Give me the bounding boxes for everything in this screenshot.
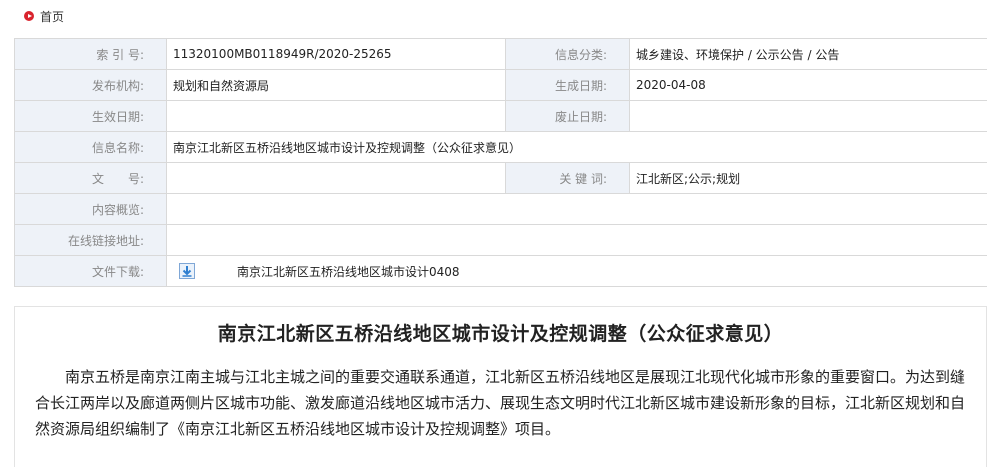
table-row: 在线链接地址: <box>15 225 987 256</box>
online-link-value <box>167 225 987 256</box>
index-value: 11320100MB0118949R/2020-25265 <box>167 39 506 70</box>
article-content: 南京江北新区五桥沿线地区城市设计及控规调整（公众征求意见） 南京五桥是南京江南主… <box>14 306 987 467</box>
table-row: 生效日期: 废止日期: <box>15 101 987 132</box>
effective-date-value <box>167 101 506 132</box>
info-name-label: 信息名称: <box>15 132 167 163</box>
article-body: 南京五桥是南京江南主城与江北主城之间的重要交通联系通道，江北新区五桥沿线地区是展… <box>35 364 966 442</box>
created-date-value: 2020-04-08 <box>630 70 987 101</box>
file-download-cell: 南京江北新区五桥沿线地区城市设计0408 <box>167 256 987 287</box>
publisher-value: 规划和自然资源局 <box>167 70 506 101</box>
effective-date-label: 生效日期: <box>15 101 167 132</box>
download-file-link[interactable]: 南京江北新区五桥沿线地区城市设计0408 <box>237 263 460 280</box>
summary-label: 内容概览: <box>15 194 167 225</box>
created-date-label: 生成日期: <box>506 70 630 101</box>
category-value: 城乡建设、环境保护 / 公示公告 / 公告 <box>630 39 987 70</box>
table-row: 发布机构: 规划和自然资源局 生成日期: 2020-04-08 <box>15 70 987 101</box>
keywords-value: 江北新区;公示;规划 <box>630 163 987 194</box>
expired-date-value <box>630 101 987 132</box>
file-download-label: 文件下载: <box>15 256 167 287</box>
table-row: 内容概览: <box>15 194 987 225</box>
index-label: 索 引 号: <box>15 39 167 70</box>
metadata-table: 索 引 号: 11320100MB0118949R/2020-25265 信息分… <box>14 38 987 287</box>
breadcrumb-home-link[interactable]: 首页 <box>40 8 64 25</box>
download-icon[interactable] <box>179 263 195 279</box>
article-title: 南京江北新区五桥沿线地区城市设计及控规调整（公众征求意见） <box>15 319 986 346</box>
expired-date-label: 废止日期: <box>506 101 630 132</box>
doc-number-label: 文 号: <box>15 163 167 194</box>
breadcrumb: 首页 <box>24 6 64 26</box>
home-icon <box>24 11 34 21</box>
category-label: 信息分类: <box>506 39 630 70</box>
online-link-label: 在线链接地址: <box>15 225 167 256</box>
table-row: 信息名称: 南京江北新区五桥沿线地区城市设计及控规调整（公众征求意见） <box>15 132 987 163</box>
table-row: 索 引 号: 11320100MB0118949R/2020-25265 信息分… <box>15 39 987 70</box>
table-row: 文 号: 关 键 词: 江北新区;公示;规划 <box>15 163 987 194</box>
info-name-value: 南京江北新区五桥沿线地区城市设计及控规调整（公众征求意见） <box>167 132 987 163</box>
doc-number-value <box>167 163 506 194</box>
publisher-label: 发布机构: <box>15 70 167 101</box>
keywords-label: 关 键 词: <box>506 163 630 194</box>
summary-value <box>167 194 987 225</box>
table-row: 文件下载: 南京江北新区五桥沿线地区城市设计0408 <box>15 256 987 287</box>
